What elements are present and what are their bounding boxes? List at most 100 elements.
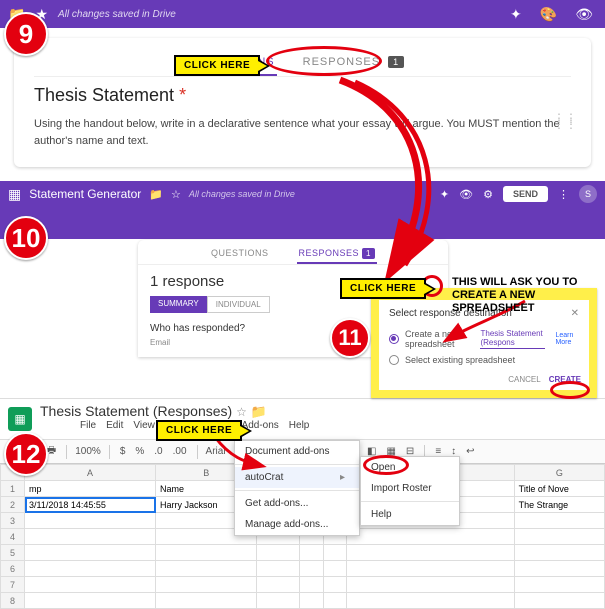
cell[interactable] — [257, 577, 300, 593]
cell[interactable]: mp — [25, 481, 156, 497]
menu-item-autocrat[interactable]: autoCrat▸ — [235, 467, 359, 488]
cell[interactable] — [25, 529, 156, 545]
cell[interactable] — [346, 593, 514, 609]
cell[interactable] — [300, 593, 324, 609]
star-icon[interactable]: ☆ — [171, 188, 181, 201]
star-icon[interactable]: ☆ — [236, 405, 247, 419]
cancel-button[interactable]: CANCEL — [508, 375, 540, 384]
cell[interactable] — [156, 577, 257, 593]
menu-edit[interactable]: Edit — [106, 420, 123, 431]
cell[interactable] — [300, 561, 324, 577]
avatar[interactable]: S — [579, 185, 597, 203]
cell[interactable] — [346, 545, 514, 561]
cell[interactable] — [514, 529, 604, 545]
forms-logo-icon[interactable]: ▦ — [8, 186, 21, 203]
tab-responses[interactable]: RESPONSES1 — [299, 248, 375, 258]
cell[interactable] — [25, 593, 156, 609]
row-header[interactable]: 7 — [1, 577, 25, 593]
decimal-decrease-icon[interactable]: .0 — [152, 446, 164, 457]
addons-icon[interactable]: ✦ — [440, 188, 449, 201]
currency-icon[interactable]: $ — [118, 446, 128, 457]
radio-icon — [389, 355, 399, 365]
menu-item-manage-addons[interactable]: Manage add-ons... — [235, 514, 359, 535]
row-header[interactable]: 6 — [1, 561, 25, 577]
form-title[interactable]: Statement Generator — [29, 187, 141, 201]
cell[interactable]: Title of Nove — [514, 481, 604, 497]
menu-help[interactable]: Help — [289, 420, 310, 431]
sheets-logo-icon[interactable]: ▦ — [8, 407, 32, 431]
wrap-icon[interactable]: ↩ — [464, 446, 476, 457]
forms-topbar-10: ▦ Statement Generator 📁 ☆ All changes sa… — [0, 181, 605, 239]
cell[interactable] — [25, 577, 156, 593]
addons-icon[interactable]: ✦ — [510, 6, 522, 23]
row-header[interactable]: 5 — [1, 545, 25, 561]
cell[interactable] — [514, 545, 604, 561]
cell[interactable] — [514, 593, 604, 609]
cell[interactable] — [156, 561, 257, 577]
cell[interactable] — [25, 545, 156, 561]
addons-dropdown: Document add-ons autoCrat▸ Get add-ons..… — [234, 440, 360, 536]
cell[interactable] — [346, 561, 514, 577]
row-header[interactable]: 2 — [1, 497, 25, 513]
folder-icon[interactable]: 📁 — [251, 404, 267, 419]
percent-icon[interactable]: % — [133, 446, 146, 457]
option-new-spreadsheet[interactable]: Create a new spreadsheet Thesis Statemen… — [389, 329, 579, 349]
row-header[interactable]: 8 — [1, 593, 25, 609]
palette-icon[interactable]: 👁 — [459, 188, 473, 201]
cell[interactable] — [25, 561, 156, 577]
spreadsheet-title[interactable]: Thesis Statement (Responses) ☆ 📁 — [40, 403, 309, 420]
row-header[interactable]: 1 — [1, 481, 25, 497]
menu-item-get-addons[interactable]: Get add-ons... — [235, 493, 359, 514]
folder-icon[interactable]: 📁 — [149, 188, 163, 201]
send-button[interactable]: SEND — [503, 186, 548, 202]
menu-item-import-roster[interactable]: Import Roster — [361, 478, 459, 499]
row-header[interactable]: 4 — [1, 529, 25, 545]
forms-topbar-9: 📁 ★ All changes saved in Drive ✦ 🎨 👁 — [0, 0, 605, 28]
cell[interactable] — [346, 529, 514, 545]
decimal-increase-icon[interactable]: .00 — [171, 446, 189, 457]
form-tabs: QUESTIONS RESPONSES1 — [138, 240, 448, 265]
col-header[interactable]: A — [25, 465, 156, 481]
option-existing-spreadsheet[interactable]: Select existing spreadsheet — [389, 355, 579, 365]
cell[interactable] — [257, 561, 300, 577]
cell[interactable]: The Strange — [514, 497, 604, 513]
cell[interactable] — [300, 577, 324, 593]
cell[interactable] — [156, 593, 257, 609]
cell[interactable] — [514, 513, 604, 529]
cell[interactable]: 3/11/2018 14:45:55 — [25, 497, 156, 513]
cell[interactable] — [323, 577, 346, 593]
menu-item-document-addons[interactable]: Document add-ons — [235, 441, 359, 462]
drag-handle-icon[interactable]: ⋮⋮⋮⋮ — [553, 115, 577, 127]
palette-icon[interactable]: 🎨 — [540, 6, 557, 23]
menu-file[interactable]: File — [80, 420, 96, 431]
radio-icon — [389, 334, 399, 344]
cell[interactable] — [514, 577, 604, 593]
zoom-select[interactable]: 100% — [75, 446, 101, 457]
cell[interactable] — [514, 561, 604, 577]
cell[interactable] — [323, 561, 346, 577]
new-spreadsheet-name-input[interactable]: Thesis Statement (Respons — [480, 329, 545, 349]
col-header[interactable]: G — [514, 465, 604, 481]
cell[interactable] — [25, 513, 156, 529]
more-icon[interactable]: ⋮ — [558, 188, 569, 201]
cell[interactable] — [257, 593, 300, 609]
row-header[interactable]: 3 — [1, 513, 25, 529]
tab-questions[interactable]: QUESTIONS — [211, 248, 269, 258]
cell[interactable] — [156, 545, 257, 561]
responses-count-badge: 1 — [388, 56, 404, 68]
menu-item-help[interactable]: Help — [361, 504, 459, 525]
summary-tab[interactable]: SUMMARY — [150, 296, 207, 313]
learn-more-link[interactable]: Learn More — [555, 332, 579, 346]
question-title[interactable]: Thesis Statement * — [34, 85, 571, 106]
cell[interactable] — [323, 593, 346, 609]
cell[interactable] — [300, 545, 324, 561]
individual-tab[interactable]: INDIVIDUAL — [207, 296, 270, 313]
cell[interactable] — [346, 577, 514, 593]
menu-view[interactable]: View — [133, 420, 155, 431]
cell[interactable] — [323, 545, 346, 561]
question-description[interactable]: Using the handout below, write in a decl… — [34, 116, 564, 149]
annotation-click-here-10: CLICK HERE — [340, 278, 426, 299]
preview-icon[interactable]: 👁 — [575, 6, 593, 23]
preview-icon[interactable]: ⚙ — [483, 188, 493, 201]
cell[interactable] — [257, 545, 300, 561]
